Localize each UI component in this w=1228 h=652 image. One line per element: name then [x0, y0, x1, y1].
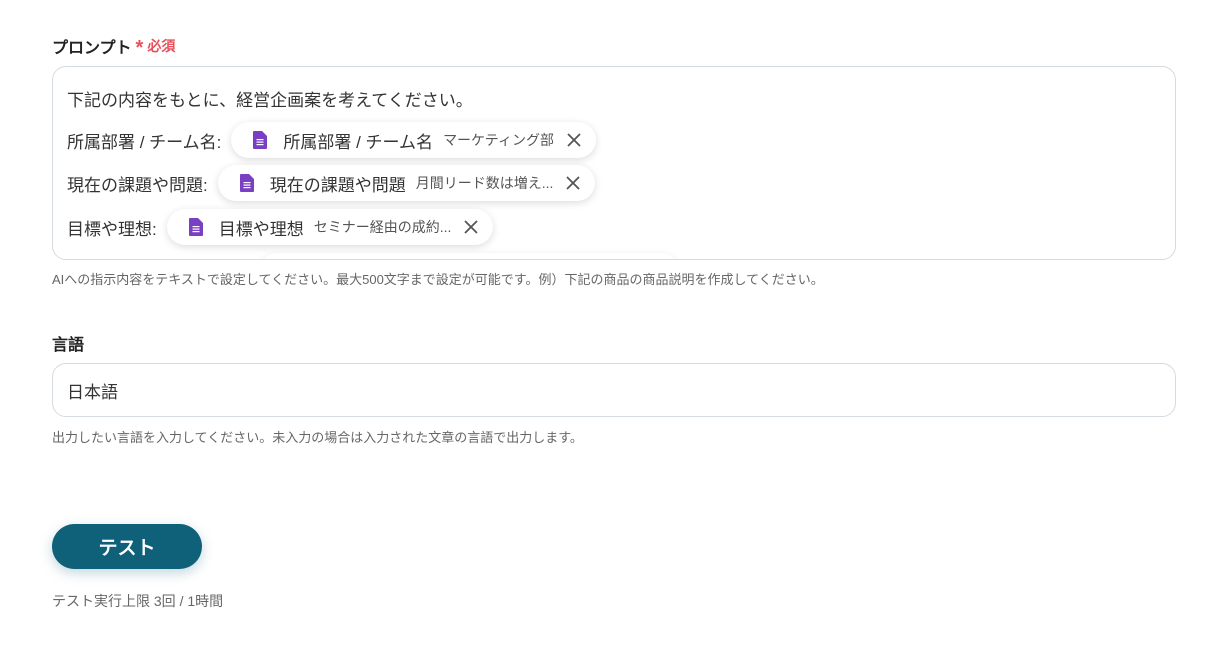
chip-value: マーケティング部 — [443, 132, 554, 148]
chip-value: セミナー経由の成約... — [313, 219, 452, 235]
variable-chip[interactable]: 現在の課題や問題 月間リード数は増え... — [217, 165, 596, 201]
chip-name: 所属部署 / チーム名 — [283, 132, 434, 152]
variable-chip[interactable]: 所属部署 / チーム名 マーケティング部 — [231, 122, 596, 158]
prompt-textarea[interactable]: 下記の内容をもとに、経営企画案を考えてください。 所属部署 / チーム名: 所属… — [52, 66, 1176, 260]
language-input[interactable]: 日本語 — [52, 363, 1176, 417]
chip-name: 目標や理想 — [218, 219, 304, 239]
variable-chip[interactable]: 目標や理想 セミナー経由の成約... — [166, 209, 494, 245]
prompt-label-text: プロンプト — [52, 40, 132, 57]
sheets-doc-icon — [253, 131, 268, 149]
row-label: 所属部署 / チーム名: — [67, 132, 222, 152]
close-icon[interactable] — [565, 175, 581, 191]
chip-name: 現在の課題や問題 — [269, 175, 406, 195]
close-icon[interactable] — [463, 219, 479, 235]
sheets-doc-icon — [239, 174, 254, 192]
prompt-row-goal: 目標や理想: 目標や理想 セミナー経由の成約... — [67, 209, 494, 245]
required-star: * — [135, 37, 144, 59]
hidden-chip — [259, 253, 679, 259]
sheets-doc-icon — [188, 218, 203, 236]
required-text: 必須 — [147, 38, 176, 54]
close-icon[interactable] — [566, 132, 582, 148]
prompt-row-issue: 現在の課題や問題: 現在の課題や問題 月間リード数は増え... — [67, 165, 596, 201]
language-hint: 出力したい言語を入力してください。未入力の場合は入力された文章の言語で出力します… — [52, 430, 583, 445]
row-label: 現在の課題や問題: — [67, 175, 208, 195]
prompt-first-line: 下記の内容をもとに、経営企画案を考えてください。 — [67, 91, 473, 110]
language-value: 日本語 — [67, 382, 118, 402]
prompt-row-department: 所属部署 / チーム名: 所属部署 / チーム名 マーケティング部 — [67, 122, 596, 158]
prompt-hint: AIへの指示内容をテキストで設定してください。最大500文字まで設定が可能です。… — [52, 272, 824, 287]
test-button[interactable]: テスト — [52, 524, 202, 569]
test-limit-text: テスト実行上限 3回 / 1時間 — [52, 593, 224, 609]
row-label: 目標や理想: — [67, 219, 157, 239]
language-label: 言語 — [52, 337, 85, 354]
prompt-label: プロンプト * 必須 — [52, 34, 175, 58]
chip-value: 月間リード数は増え... — [415, 175, 554, 191]
